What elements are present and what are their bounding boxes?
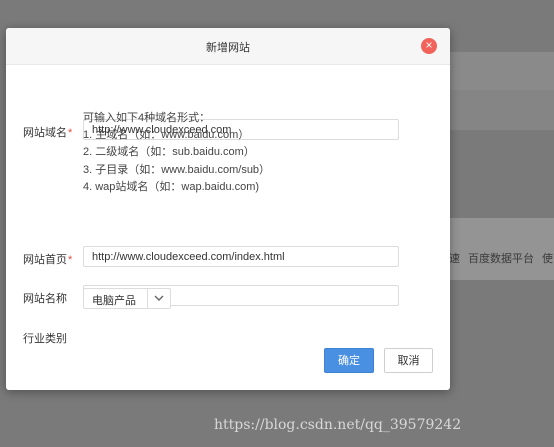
dialog-header: 新增网站 × (6, 28, 450, 65)
required-mark: * (68, 127, 73, 139)
homepage-input[interactable] (83, 246, 399, 267)
industry-select[interactable]: 电脑产品 (83, 288, 171, 309)
dialog-title: 新增网站 (206, 42, 250, 54)
site-name-label: 网站名称 (23, 293, 67, 305)
industry-selected-value: 电脑产品 (92, 295, 136, 307)
chevron-down-icon (154, 295, 164, 301)
confirm-button[interactable]: 确定 (324, 348, 374, 373)
industry-label: 行业类别 (23, 333, 67, 345)
domain-label: 网站域名* (23, 127, 73, 139)
dropdown-toggle[interactable] (147, 289, 170, 308)
cancel-button[interactable]: 取消 (384, 348, 433, 373)
add-website-dialog: 新增网站 × 网站域名* 可输入如下4种域名形式： 1. 主域名（如：www.b… (6, 28, 450, 390)
background-text: 速百度数据平台使 (449, 253, 553, 265)
background-row (448, 218, 554, 280)
close-icon: × (425, 38, 433, 52)
background-row (448, 52, 554, 92)
homepage-label: 网站首页* (23, 254, 73, 266)
close-button[interactable]: × (421, 38, 437, 54)
domain-format-hint: 可输入如下4种域名形式： 1. 主域名（如：www.baidu.com） 2. … (83, 112, 271, 193)
required-mark: * (68, 254, 73, 266)
background-row (448, 90, 554, 130)
watermark: https://blog.csdn.net/qq_39579242 (214, 417, 462, 433)
